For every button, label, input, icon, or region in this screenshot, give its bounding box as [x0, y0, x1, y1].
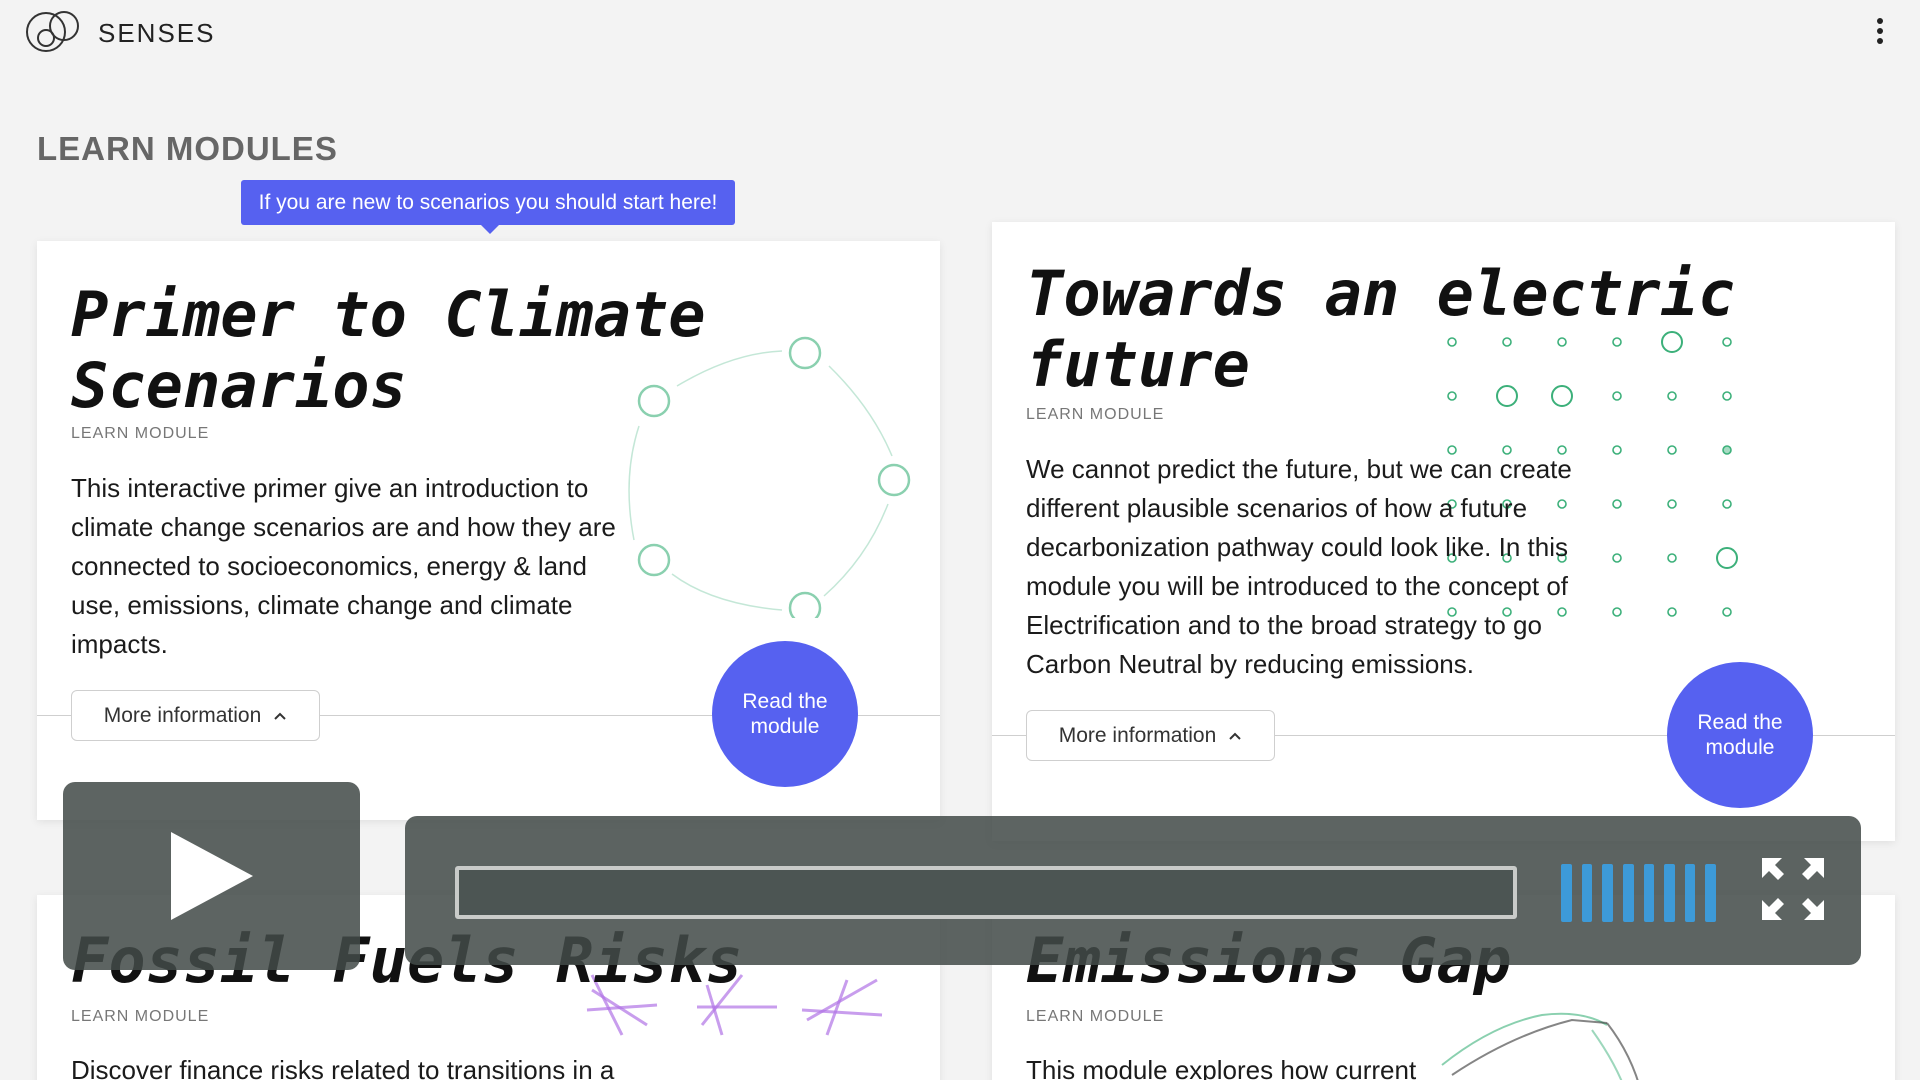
start-here-tooltip: If you are new to scenarios you should s… [241, 180, 735, 234]
page-title: LEARN MODULES [37, 130, 338, 167]
kebab-menu-icon[interactable] [1868, 14, 1892, 48]
grid-dot [1722, 499, 1732, 509]
chevron-up-icon [1229, 732, 1241, 740]
module-description: Discover finance risks related to transi… [71, 1055, 615, 1080]
module-title: Towards an electric future [1026, 257, 1736, 402]
grid-dot [1667, 499, 1677, 509]
module-description: This interactive primer give an introduc… [71, 473, 616, 659]
more-information-label: More information [103, 703, 262, 727]
grid-dot [1667, 445, 1677, 455]
more-information-button[interactable]: More information [1026, 710, 1275, 761]
play-button[interactable] [63, 782, 360, 970]
module-kicker: LEARN MODULE [71, 1008, 210, 1025]
brand-name[interactable]: SENSES [98, 18, 216, 49]
more-information-button[interactable]: More information [71, 690, 320, 741]
more-information-label: More information [1058, 723, 1217, 747]
grid-dot [1722, 445, 1732, 455]
grid-dot [1716, 547, 1738, 569]
module-kicker: LEARN MODULE [1026, 406, 1165, 423]
play-icon [171, 832, 253, 920]
grid-dot [1667, 607, 1677, 617]
module-kicker: LEARN MODULE [1026, 1008, 1165, 1025]
progress-track[interactable] [455, 866, 1517, 919]
read-module-button[interactable]: Read the module [712, 641, 858, 787]
module-card-primer: Primer to Climate Scenarios LEARN MODULE… [37, 241, 940, 820]
grid-dot [1667, 553, 1677, 563]
module-kicker: LEARN MODULE [71, 425, 210, 442]
volume-bars-icon[interactable] [1561, 864, 1716, 922]
module-description: We cannot predict the future, but we can… [1026, 454, 1572, 679]
grid-dot [1722, 607, 1732, 617]
senses-logo-icon[interactable] [24, 8, 86, 56]
module-description: This module explores how current [1026, 1055, 1417, 1080]
read-module-button[interactable]: Read the module [1667, 662, 1813, 808]
chevron-up-icon [274, 712, 286, 720]
fullscreen-icon[interactable] [1760, 856, 1826, 922]
module-card-electric: Towards an electric future LEARN MODULE … [992, 222, 1895, 841]
module-title: Primer to Climate Scenarios [71, 278, 706, 423]
